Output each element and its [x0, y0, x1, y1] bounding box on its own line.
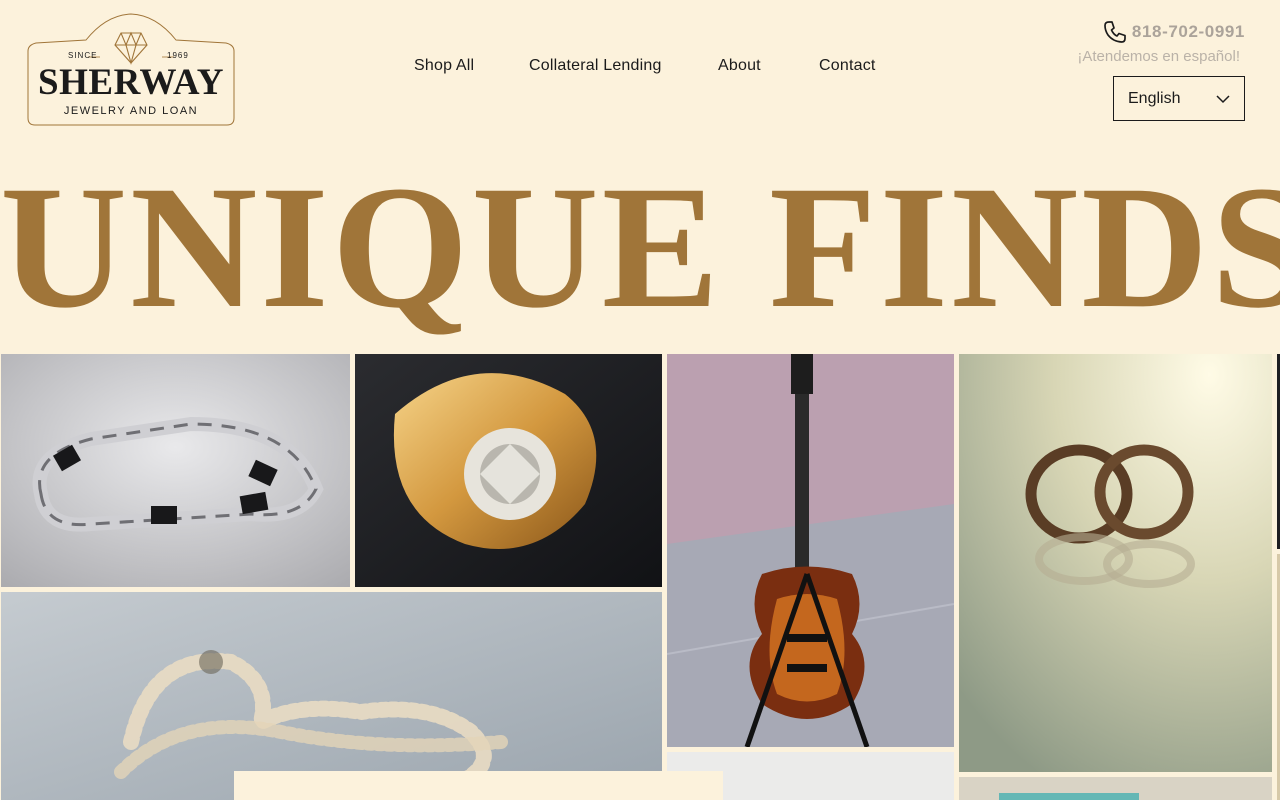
gallery-tile-teal-bottom[interactable]	[959, 777, 1272, 800]
logo-tagline: JEWELRY AND LOAN	[63, 105, 199, 117]
chevron-down-icon	[1216, 94, 1230, 103]
pearl-necklace-photo	[1, 592, 662, 800]
spanish-service-note: ¡Atendemos en español!	[1077, 48, 1240, 65]
gallery-caption-panel	[234, 771, 723, 800]
gallery-tile-pearl-necklace[interactable]	[1, 592, 662, 800]
guitar-photo	[667, 354, 954, 747]
phone-icon	[1104, 21, 1126, 43]
nav-collateral-lending[interactable]: Collateral Lending	[529, 57, 662, 75]
gallery-tile-bracelet[interactable]	[1, 354, 350, 587]
phone-link[interactable]: 818-702-0991	[1102, 19, 1245, 45]
bracelet-photo	[1, 354, 350, 587]
nav-about[interactable]: About	[718, 57, 761, 75]
wedding-rings-photo	[959, 354, 1272, 772]
hero-title: UNIQUE FINDS	[0, 150, 1280, 345]
nav-shop-all[interactable]: Shop All	[414, 57, 474, 75]
phone-number[interactable]: 818-702-0991	[1132, 22, 1245, 42]
diamond-ring-photo	[355, 354, 662, 587]
language-select[interactable]: English	[1113, 76, 1245, 121]
gallery-tile-diamond-ring[interactable]	[355, 354, 662, 587]
nav-contact[interactable]: Contact	[819, 57, 876, 75]
gallery-tile-guitar[interactable]	[667, 354, 954, 747]
language-selected-value: English	[1128, 89, 1181, 107]
gallery-tile-wedding-rings[interactable]	[959, 354, 1272, 772]
teal-item-photo	[959, 777, 1272, 800]
